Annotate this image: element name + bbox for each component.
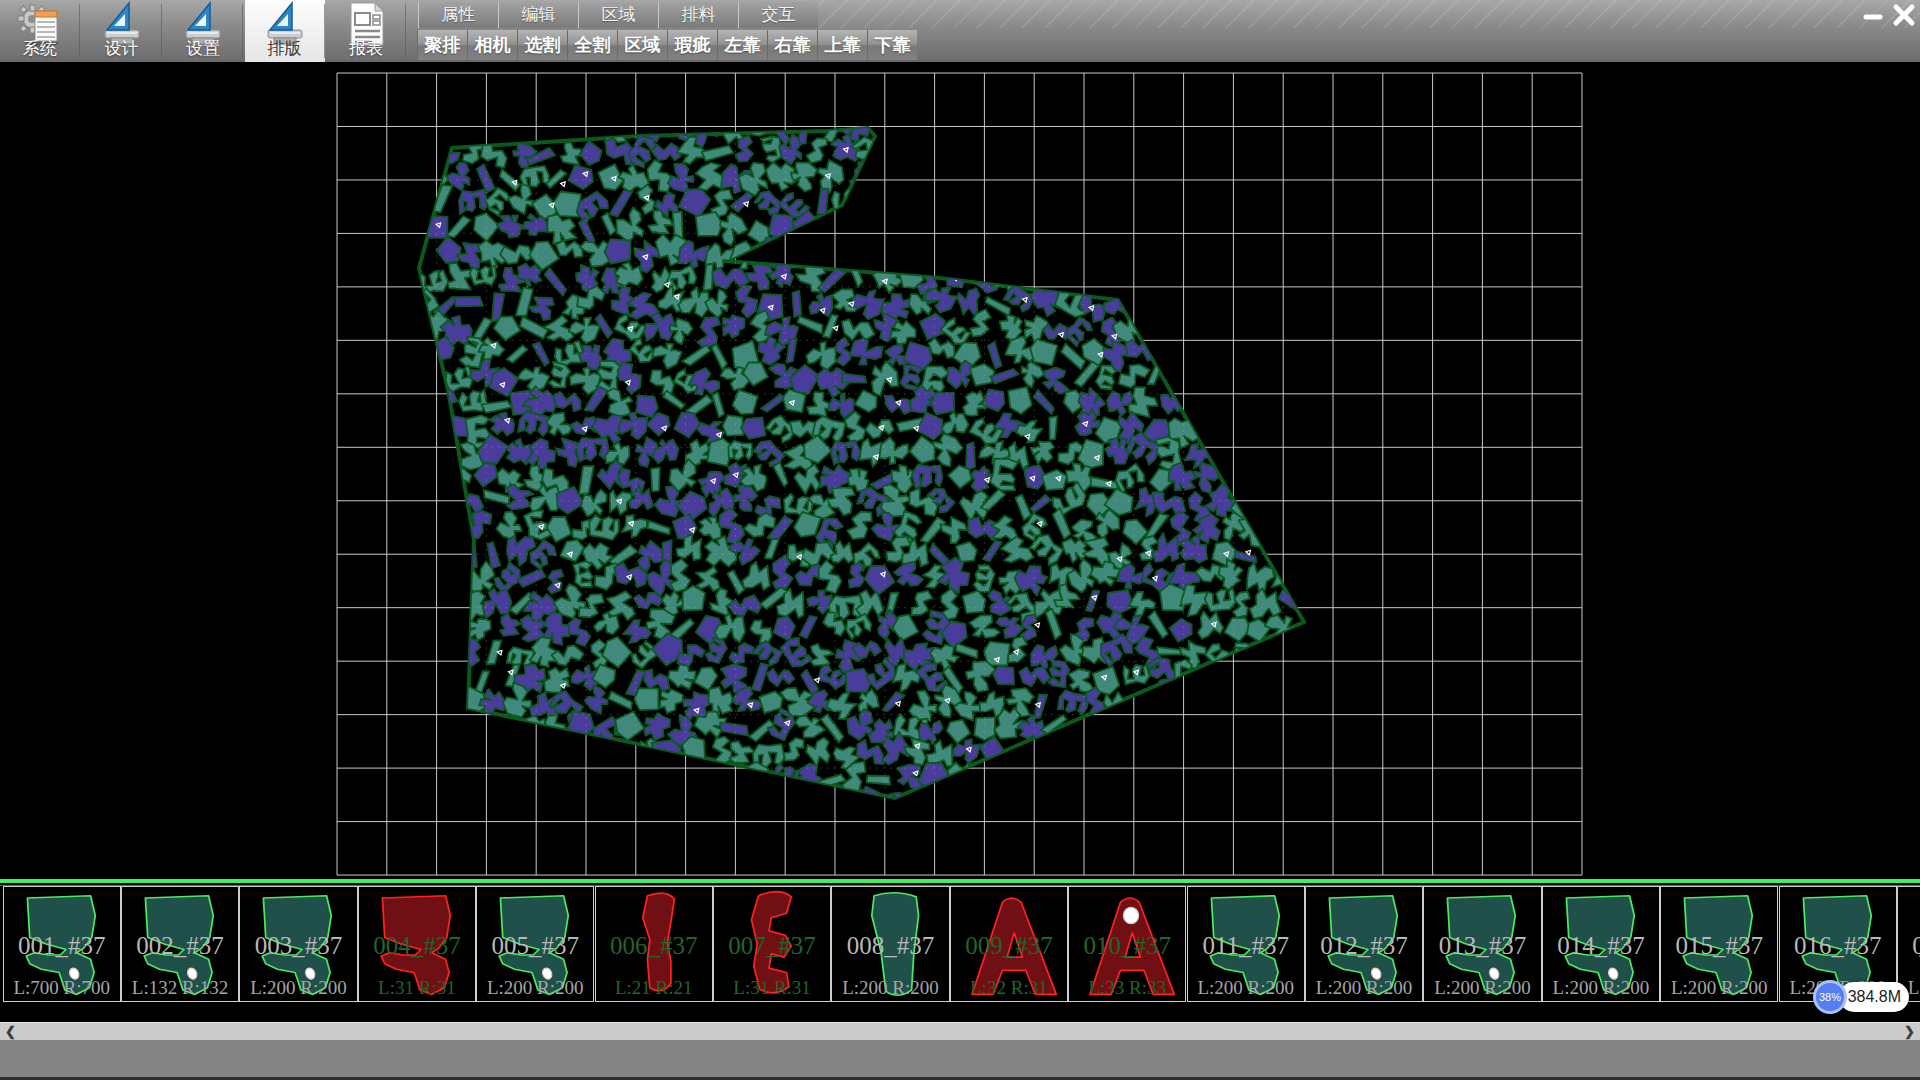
menu-tab-属性[interactable]: 属性 [418,2,498,28]
part-counts: L:200 R:200 [1543,977,1659,999]
part-counts: L:200 R:200 [1661,977,1777,999]
part-name: 017_#37 [1898,932,1920,960]
part-counts: L:200 R:200 [1188,977,1304,999]
percent-indicator: 38% [1813,980,1847,1014]
part-counts: L:200 R:200 [1306,977,1422,999]
main-toolbar: 系统 设计 设置 排版 报表 属性编辑区域排料交互 聚排相机选割全割区域瑕疵左靠… [0,0,1920,62]
minimize-button[interactable] [1860,3,1886,27]
part-name: 001_#37 [4,932,120,960]
bottom-statusbar [0,1040,1920,1080]
part-thumbnail-002_#37[interactable]: 002_#37 L:132 R:132 [121,886,239,1002]
memory-pill: 384.8M [1839,982,1909,1012]
part-thumbnail-011_#37[interactable]: 011_#37 L:200 R:200 [1187,886,1305,1002]
status-badge: 384.8M 38% [1813,980,1913,1016]
application-window: 系统 设计 设置 排版 报表 属性编辑区域排料交互 聚排相机选割全割区域瑕疵左靠… [0,0,1920,1080]
toolbar-button-label: 报表 [326,37,406,60]
part-counts: L:21 R:21 [596,977,712,999]
toolbar-button-设计[interactable]: 设计 [82,0,162,62]
tool-button-下靠[interactable]: 下靠 [867,30,917,60]
part-thumbnail-003_#37[interactable]: 003_#37 L:200 R:200 [239,886,357,1002]
part-counts: L:132 R:132 [122,977,238,999]
part-name: 009_#37 [951,932,1067,960]
toolbar-button-设置[interactable]: 设置 [163,0,243,62]
tool-button-区域[interactable]: 区域 [617,30,667,60]
toolbar-button-系统[interactable]: 系统 [0,0,80,62]
part-name: 012_#37 [1306,932,1422,960]
part-name: 006_#37 [596,932,712,960]
part-counts: L:200 R:200 [832,977,948,999]
tool-button-左靠[interactable]: 左靠 [717,30,767,60]
part-name: 003_#37 [240,932,356,960]
part-name: 014_#37 [1543,932,1659,960]
part-counts: L:31 R:31 [714,977,830,999]
toolbar-button-label: 设置 [163,37,243,60]
part-thumbnail-014_#37[interactable]: 014_#37 L:200 R:200 [1542,886,1660,1002]
part-thumbnail-008_#37[interactable]: 008_#37 L:200 R:200 [831,886,949,1002]
tool-button-选割[interactable]: 选割 [517,30,567,60]
part-counts: L:32 R:31 [951,977,1067,999]
part-counts: L:200 R:200 [1424,977,1540,999]
tool-button-右靠[interactable]: 右靠 [767,30,817,60]
part-name: 005_#37 [477,932,593,960]
part-thumbnail-015_#37[interactable]: 015_#37 L:200 R:200 [1660,886,1778,1002]
scroll-right-arrow[interactable]: ❯ [1904,1024,1915,1039]
menu-tab-区域[interactable]: 区域 [578,2,658,28]
part-name: 016_#37 [1780,932,1896,960]
horizontal-scrollbar[interactable]: ❮ ❯ [0,1022,1920,1040]
part-name: 011_#37 [1188,932,1304,960]
part-counts: L:31 R:31 [359,977,475,999]
panel-separator [0,879,1920,886]
tool-button-相机[interactable]: 相机 [467,30,517,60]
part-thumbnail-006_#37[interactable]: 006_#37 L:21 R:21 [595,886,713,1002]
tool-button-瑕疵[interactable]: 瑕疵 [667,30,717,60]
part-name: 007_#37 [714,932,830,960]
memory-value: 384.8M [1848,988,1901,1006]
part-name: 002_#37 [122,932,238,960]
part-thumbnail-005_#37[interactable]: 005_#37 L:200 R:200 [476,886,594,1002]
tool-button-上靠[interactable]: 上靠 [817,30,867,60]
tool-button-全割[interactable]: 全割 [567,30,617,60]
part-thumbnail-013_#37[interactable]: 013_#37 L:200 R:200 [1423,886,1541,1002]
part-name: 010_#37 [1069,932,1185,960]
menu-tab-排料[interactable]: 排料 [658,2,738,28]
part-thumbnail-012_#37[interactable]: 012_#37 L:200 R:200 [1305,886,1423,1002]
part-counts: L:700 R:700 [4,977,120,999]
part-thumbnail-001_#37[interactable]: 001_#37 L:700 R:700 [3,886,121,1002]
nesting-canvas[interactable] [0,62,1920,1022]
part-thumbnail-009_#37[interactable]: 009_#37 L:32 R:31 [950,886,1068,1002]
close-button[interactable] [1890,3,1916,27]
toolbar-button-排版[interactable]: 排版 [245,0,325,62]
part-name: 008_#37 [832,932,948,960]
menu-tab-编辑[interactable]: 编辑 [498,2,578,28]
part-counts: L:200 R:200 [477,977,593,999]
scroll-left-arrow[interactable]: ❮ [5,1024,16,1039]
part-name: 004_#37 [359,932,475,960]
part-name: 015_#37 [1661,932,1777,960]
menu-tab-交互[interactable]: 交互 [738,2,818,28]
toolbar-button-报表[interactable]: 报表 [326,0,406,62]
part-thumbnail-007_#37[interactable]: 007_#37 L:31 R:31 [713,886,831,1002]
part-counts: L:33 R:33 [1069,977,1185,999]
titlebar-texture [800,0,1920,28]
part-counts: L:200 R:200 [240,977,356,999]
part-thumbnail-004_#37[interactable]: 004_#37 L:31 R:31 [358,886,476,1002]
tool-button-聚排[interactable]: 聚排 [417,30,467,60]
part-thumbnail-010_#37[interactable]: 010_#37 L:33 R:33 [1068,886,1186,1002]
toolbar-button-label: 设计 [82,37,162,60]
part-name: 013_#37 [1424,932,1540,960]
toolbar-button-label: 排版 [245,37,325,60]
toolbar-button-label: 系统 [0,37,80,60]
parts-panel: 001_#37 L:700 R:700002_#37 L:132 R:132003_… [0,886,1920,1002]
